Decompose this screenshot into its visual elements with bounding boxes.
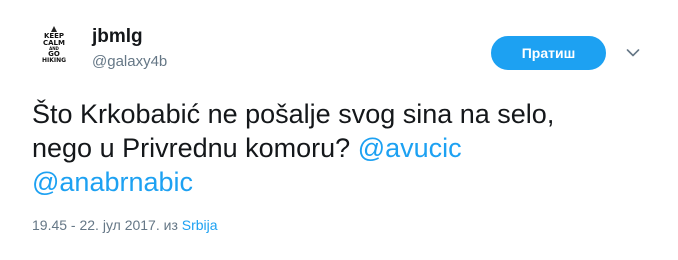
more-options-button[interactable] (622, 42, 644, 64)
tweet-location-link[interactable]: Srbija (182, 217, 218, 233)
mention-link-anabrnabic[interactable]: @anabrnabic (32, 167, 193, 197)
from-label: из (163, 217, 178, 233)
tweet-card: KEEP CALM AND GO HIKING jbmlg @galaxy4b … (0, 0, 678, 260)
tweet-text-line-1: Što Krkobabić ne pošalje svog sina na se… (32, 99, 555, 129)
follow-button[interactable]: Пратиш (491, 36, 606, 70)
chevron-down-icon (626, 49, 640, 57)
mention-link-avucic[interactable]: @avucic (358, 133, 462, 163)
user-display-name[interactable]: jbmlg (92, 26, 143, 48)
tweet-text: Što Krkobabić ne pošalje svog sina na se… (32, 97, 652, 199)
tweet-text-line-2: nego u Privrednu komoru? @avucic (32, 131, 652, 165)
tweet-text-line-3: @anabrnabic (32, 165, 652, 199)
avatar-text-hiking: HIKING (41, 57, 67, 64)
avatar[interactable]: KEEP CALM AND GO HIKING (32, 22, 76, 66)
tweet-metadata: 19.45 - 22. јул 2017. из Srbija (32, 217, 218, 233)
user-handle[interactable]: @galaxy4b (92, 53, 167, 70)
tweet-text-segment: nego u Privrednu komoru? (32, 133, 358, 163)
tweet-timestamp[interactable]: 19.45 - 22. јул 2017. (32, 217, 160, 233)
